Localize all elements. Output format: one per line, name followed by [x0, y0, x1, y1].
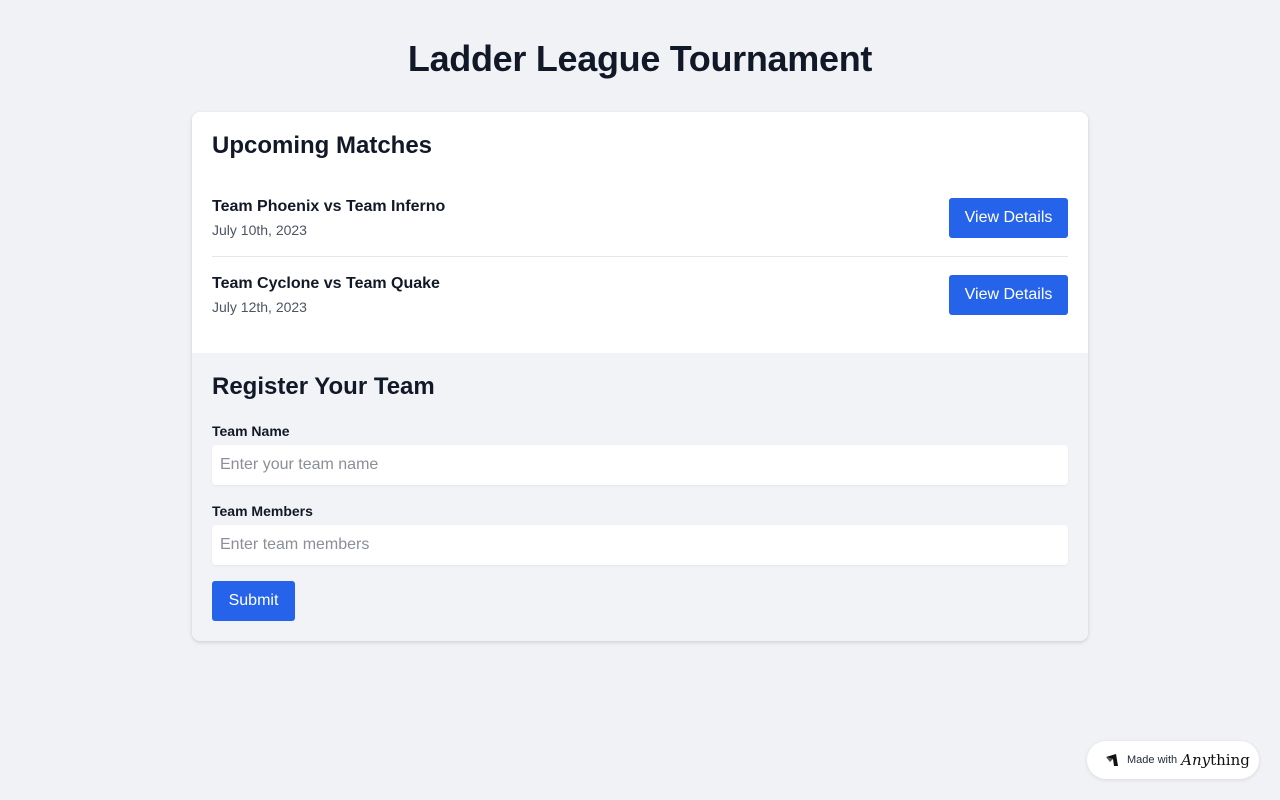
view-details-button[interactable]: View Details	[949, 275, 1068, 315]
page-title: Ladder League Tournament	[407, 38, 873, 79]
team-name-label: Team Name	[212, 423, 290, 439]
team-members-label: Team Members	[212, 503, 313, 519]
register-team-title: Register Your Team	[212, 373, 435, 400]
team-name-input[interactable]	[212, 445, 1068, 485]
match-name: Team Phoenix vs Team Inferno	[212, 198, 446, 215]
upcoming-matches-title: Upcoming Matches	[212, 132, 433, 159]
match-date: July 12th, 2023	[212, 299, 307, 315]
tournament-card: Upcoming Matches Team Phoenix vs Team In…	[192, 112, 1088, 641]
anything-logo-icon	[1106, 754, 1118, 766]
upcoming-matches-section: Upcoming Matches Team Phoenix vs Team In…	[192, 112, 1088, 353]
made-with-badge[interactable]: Made with Anything	[1087, 741, 1259, 779]
brand-name-italic: Any	[1181, 751, 1211, 769]
team-members-input[interactable]	[212, 525, 1068, 565]
match-row: Team Phoenix vs Team Inferno July 10th, …	[212, 180, 1068, 257]
match-row: Team Cyclone vs Team Quake July 12th, 20…	[212, 257, 1068, 334]
made-with-text: Made with	[1127, 754, 1178, 766]
match-date: July 10th, 2023	[212, 222, 307, 238]
view-details-button[interactable]: View Details	[949, 198, 1068, 238]
submit-button[interactable]: Submit	[212, 581, 295, 621]
brand-name: Anything	[1181, 751, 1250, 769]
brand-name-rest: thing	[1210, 751, 1250, 769]
match-name: Team Cyclone vs Team Quake	[212, 275, 440, 292]
register-team-section: Register Your Team Team Name Team Member…	[192, 353, 1088, 641]
